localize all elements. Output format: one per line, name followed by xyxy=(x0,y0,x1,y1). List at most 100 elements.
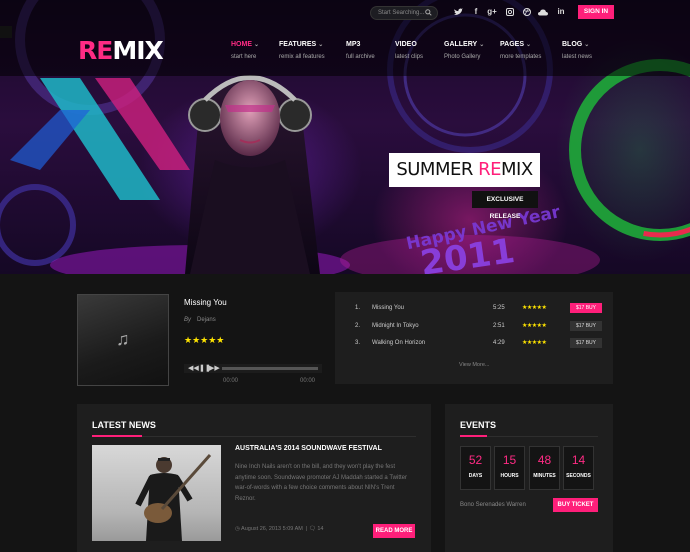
progress-bar[interactable] xyxy=(222,367,318,370)
track-number: 2. xyxy=(355,323,361,329)
search-input[interactable]: Start Searching... xyxy=(370,6,438,20)
nav-pages[interactable]: PAGES ⌄ more templates xyxy=(500,41,541,60)
dribbble-icon[interactable] xyxy=(521,6,533,18)
slide-title-rest: MIX xyxy=(500,159,533,180)
track-duration: 5:25 xyxy=(493,305,505,311)
time-total: 00:00 xyxy=(300,378,316,384)
nav-video-sub: latest clips xyxy=(395,54,424,60)
chevron-down-icon: ⌄ xyxy=(479,42,485,48)
nav-gallery-sub: Photo Gallery xyxy=(444,54,481,60)
nav-blog[interactable]: BLOG ⌄ latest news xyxy=(562,41,592,60)
track-duration: 4:29 xyxy=(493,340,505,346)
nav-pages-label: PAGES xyxy=(500,41,524,48)
nav-mp3-label: MP3 xyxy=(346,41,361,48)
nav-features-sub: remix all features xyxy=(279,54,325,60)
track-number: 3. xyxy=(355,340,361,346)
player-artist: By Dejans xyxy=(184,317,216,323)
comment-count[interactable]: 14 xyxy=(317,526,323,532)
google-plus-icon[interactable]: g+ xyxy=(486,6,498,18)
site-logo[interactable]: REMIX xyxy=(78,38,164,63)
news-date: August 26, 2013 5:09 AM xyxy=(241,526,303,532)
nav-mp3[interactable]: MP3 full archive xyxy=(346,41,375,60)
hero-slider[interactable]: Happy New Year 2011 REMIX Start Searchin… xyxy=(0,0,690,274)
time-current: 00:00 xyxy=(223,378,239,384)
countdown-unit: HOURS xyxy=(500,473,519,479)
nav-gallery[interactable]: GALLERY ⌄ Photo Gallery xyxy=(444,41,484,60)
playlist-row[interactable]: 2. Midnight In Tokyo 2:51 ★★★★★ $17 BUY xyxy=(335,318,613,334)
clock-icon: ◷ xyxy=(235,526,240,532)
next-icon[interactable]: ▶▶ xyxy=(209,364,220,373)
section-accent xyxy=(460,435,487,437)
countdown-minutes: 48 MINUTES xyxy=(529,446,560,490)
section-title: EVENTS xyxy=(460,420,497,430)
buy-track-button[interactable]: $17 BUY xyxy=(570,321,602,331)
previous-icon[interactable]: ◀◀ xyxy=(188,364,199,373)
countdown-seconds: 14 SECONDS xyxy=(563,446,594,490)
slide-title-lead: SUMMER xyxy=(396,159,479,180)
countdown-hours: 15 HOURS xyxy=(494,446,525,490)
countdown-value: 15 xyxy=(502,453,517,467)
countdown-unit: MINUTES xyxy=(533,473,556,479)
track-name[interactable]: Walking On Horizon xyxy=(372,335,425,351)
buy-track-button[interactable]: $17 BUY xyxy=(570,338,602,348)
track-name[interactable]: Missing You xyxy=(372,300,404,316)
news-image[interactable] xyxy=(92,445,221,541)
sign-in-button[interactable]: SIGN IN xyxy=(578,5,614,19)
nav-home-sub: start here xyxy=(231,54,257,60)
track-rating-stars: ★★★★★ xyxy=(522,340,547,346)
guitarist-photo xyxy=(135,454,212,541)
slide-subtitle: EXCLUSIVE RELEASE xyxy=(472,191,538,220)
nav-features[interactable]: FEATURES ⌄ remix all features xyxy=(279,41,325,60)
nav-pages-sub: more templates xyxy=(500,54,542,60)
countdown-unit: DAYS xyxy=(468,473,483,479)
section-title: LATEST NEWS xyxy=(92,420,156,430)
countdown-value: 52 xyxy=(468,453,483,467)
chevron-down-icon: ⌄ xyxy=(526,42,532,48)
nav-video-label: VIDEO xyxy=(395,41,417,48)
artist-name[interactable]: Dejans xyxy=(197,317,216,323)
playlist: 1. Missing You 5:25 ★★★★★ $17 BUY 2. Mid… xyxy=(335,292,613,384)
chevron-down-icon: ⌄ xyxy=(254,42,260,48)
nav-home[interactable]: HOME ⌄ start here xyxy=(231,41,259,60)
nav-gallery-label: GALLERY xyxy=(444,41,478,48)
music-note-icon: ♫ xyxy=(116,329,130,349)
news-meta: ◷ August 26, 2013 5:09 AM | 🗨 14 xyxy=(235,526,323,532)
track-rating-stars: ★★★★★ xyxy=(522,305,547,311)
events-section: EVENTS 52 DAYS 15 HOURS 48 MINUTES 14 SECOND… xyxy=(445,404,613,552)
nav-mp3-sub: full archive xyxy=(346,54,375,60)
search-icon[interactable] xyxy=(425,9,432,16)
search-placeholder: Start Searching... xyxy=(378,10,425,16)
nav-video[interactable]: VIDEO latest clips xyxy=(395,41,423,60)
nav-blog-sub: latest news xyxy=(562,54,593,60)
news-headline[interactable]: AUSTRALIA'S 2014 SOUNDWAVE FESTIVAL xyxy=(235,445,382,452)
linkedin-icon[interactable]: in xyxy=(555,6,567,18)
track-rating-stars: ★★★★★ xyxy=(522,323,547,329)
instagram-icon[interactable] xyxy=(504,6,516,18)
player-rating-stars[interactable]: ★★★★★ xyxy=(184,335,224,346)
playlist-row[interactable]: 1. Missing You 5:25 ★★★★★ $17 BUY xyxy=(335,300,613,316)
buy-track-button[interactable]: $17 BUY xyxy=(570,303,602,313)
nav-home-label: HOME xyxy=(231,41,252,48)
facebook-icon[interactable]: f xyxy=(470,6,482,18)
slide-title: SUMMER REMIX xyxy=(389,153,540,187)
read-more-button[interactable]: READ MORE xyxy=(373,524,415,538)
chevron-down-icon: ⌄ xyxy=(318,42,324,48)
event-name[interactable]: Bono Serenades Warren xyxy=(460,502,526,508)
chevron-down-icon: ⌄ xyxy=(584,42,590,48)
track-duration: 2:51 xyxy=(493,323,505,329)
track-number: 1. xyxy=(355,305,361,311)
slide-title-accent: RE xyxy=(478,159,501,180)
countdown-days: 52 DAYS xyxy=(460,446,491,490)
player-track-title: Missing You xyxy=(184,298,227,307)
buy-ticket-button[interactable]: BUY TICKET xyxy=(553,498,598,512)
cloud-icon[interactable] xyxy=(537,6,549,18)
view-more-link[interactable]: View More... xyxy=(459,362,489,368)
latest-news-section: LATEST NEWS AUSTRALIA'S 2014 SOUNDWAVE F… xyxy=(77,404,431,552)
by-label: By xyxy=(184,317,192,323)
track-name[interactable]: Midnight In Tokyo xyxy=(372,318,419,334)
playlist-row[interactable]: 3. Walking On Horizon 4:29 ★★★★★ $17 BUY xyxy=(335,335,613,351)
countdown-unit: SECONDS xyxy=(566,473,591,479)
twitter-icon[interactable] xyxy=(452,6,464,18)
album-cover[interactable]: ♫ xyxy=(77,294,169,386)
countdown-value: 48 xyxy=(537,453,552,467)
